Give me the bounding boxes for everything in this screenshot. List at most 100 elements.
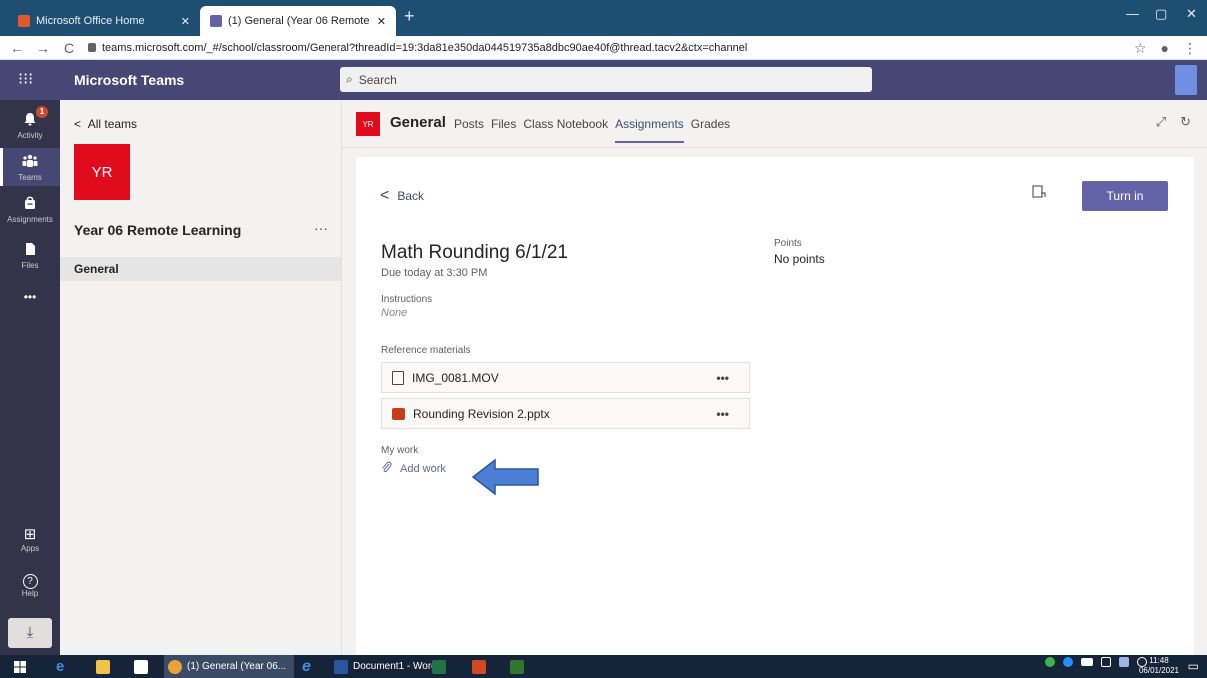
reference-materials-label: Reference materials [381,345,471,356]
rail-label: Assignments [7,215,53,224]
security-icon[interactable] [1119,657,1129,667]
rail-label: Activity [17,131,43,140]
taskbar-label: Document1 - Word [353,661,437,672]
reference-name: IMG_0081.MOV [412,370,499,385]
rail-item-more[interactable]: ••• [0,288,60,308]
wifi-icon[interactable] [1101,657,1111,667]
assignment-title: Math Rounding 6/1/21 [381,242,568,263]
search-input[interactable]: ⌕ Search [340,67,872,92]
app-launcher-icon[interactable]: ⁝⁝⁝ [18,69,33,89]
files-icon [0,242,60,261]
my-work-label: My work [381,445,419,456]
rail-item-files[interactable]: Files [0,238,60,274]
taskbar-chrome-window[interactable]: (1) General (Year 06... [164,655,294,678]
chevron-left-icon: < [380,187,390,204]
chevron-left-icon: < [74,117,82,131]
instructions-label: Instructions [381,294,433,305]
notification-icon[interactable]: ▭ [1188,659,1199,673]
bluetooth-icon[interactable] [1063,657,1073,667]
expand-icon[interactable]: ⤢ [1156,114,1166,130]
add-work-button[interactable]: Add work [381,461,446,477]
battery-icon[interactable] [1081,658,1093,666]
back-label: Back [397,189,425,203]
menu-icon[interactable]: ⋮ [1183,40,1197,57]
powerpoint-icon[interactable] [468,655,490,678]
tab-teams-general[interactable]: (1) General (Year 06 Remote Lear ✕ [200,6,396,36]
tab-class-notebook[interactable]: Class Notebook [523,117,608,143]
close-tab-icon[interactable]: ✕ [181,15,190,28]
instructions-value: None [381,307,408,319]
edge-legacy-icon[interactable]: e [52,655,68,678]
word-icon [334,659,348,674]
all-teams-label: All teams [87,117,138,131]
rail-item-activity[interactable]: 1 Activity [0,106,60,146]
rail-label: Files [21,261,39,270]
tab-office-home[interactable]: Microsoft Office Home ✕ [8,6,200,36]
rail-item-apps[interactable]: ⊞ Apps [0,526,60,560]
channel-header: YR General Posts Files Class Notebook As… [342,100,1207,148]
powerpoint-icon [392,407,405,420]
immersive-reader-icon[interactable] [1032,185,1046,202]
url-field[interactable]: teams.microsoft.com/_#/school/classroom/… [88,42,747,54]
rail-label: Apps [20,544,40,553]
points-value: No points [774,252,825,266]
more-options-icon[interactable]: ••• [716,371,729,385]
teams-icon [210,15,222,27]
reference-item[interactable]: IMG_0081.MOV ••• [381,362,750,393]
reload-icon[interactable]: C [60,40,78,56]
new-tab-button[interactable]: + [404,6,415,27]
reference-item[interactable]: Rounding Revision 2.pptx ••• [381,398,750,429]
more-options-icon[interactable]: ••• [716,407,729,421]
paperclip-icon [381,461,392,477]
avatar[interactable] [1175,65,1197,95]
search-icon: ⌕ [346,72,353,86]
taskbar-word-window[interactable]: Document1 - Word [330,655,441,678]
tab-title: (1) General (Year 06 Remote Lear [228,15,371,27]
project-icon[interactable] [506,655,528,678]
back-arrow-icon[interactable]: ← [8,40,26,56]
system-clock[interactable]: 11:48 06/01/2021 [1139,656,1179,676]
download-app-button[interactable]: ⤓ [8,618,52,648]
apps-icon: ⊞ [23,526,37,543]
excel-icon[interactable] [428,655,450,678]
add-work-label: Add work [400,463,446,475]
minimize-icon[interactable]: — [1126,6,1139,21]
tab-files[interactable]: Files [491,117,516,143]
back-button[interactable]: < Back [380,187,424,205]
due-date: Due today at 3:30 PM [381,267,488,279]
network-status-icon[interactable] [1045,657,1055,667]
star-icon[interactable]: ☆ [1134,40,1147,57]
teams-header: ⁝⁝⁝ Microsoft Teams ⌕ Search [0,60,1207,100]
file-explorer-icon[interactable] [92,655,114,678]
tab-posts[interactable]: Posts [454,117,484,143]
maximize-icon[interactable]: ▢ [1155,6,1167,22]
start-button[interactable] [10,655,30,678]
app-title: Microsoft Teams [74,72,185,88]
profile-icon[interactable]: ● [1161,40,1169,57]
channel-tabs: Posts Files Class Notebook Assignments G… [454,117,730,143]
team-more-icon[interactable]: ··· [314,220,328,236]
store-icon[interactable] [130,655,152,678]
close-window-icon[interactable]: ✕ [1186,6,1197,22]
forward-arrow-icon[interactable]: → [34,40,52,56]
close-tab-icon[interactable]: ✕ [377,15,386,28]
tab-title: Microsoft Office Home [36,15,145,27]
team-avatar: YR [74,144,130,200]
rail-label: Help [21,589,39,598]
file-icon [392,370,404,385]
internet-explorer-icon[interactable]: e [298,655,315,678]
app-rail: 1 Activity Teams Assignments Files ••• ⊞… [0,100,60,655]
rail-item-teams[interactable]: Teams [0,148,60,186]
rail-item-assignments[interactable]: Assignments [0,192,60,230]
windows-taskbar: e (1) General (Year 06... e Document1 - … [0,655,1207,678]
assignments-icon [0,196,60,215]
all-teams-link[interactable]: < All teams [74,117,137,131]
rail-item-help[interactable]: ? Help [0,574,60,608]
tab-grades[interactable]: Grades [691,117,730,143]
refresh-icon[interactable]: ↻ [1180,114,1191,130]
taskbar-label: (1) General (Year 06... [187,661,287,672]
tab-assignments[interactable]: Assignments [615,117,684,143]
turn-in-button[interactable]: Turn in [1082,181,1168,211]
url-text: teams.microsoft.com/_#/school/classroom/… [102,41,748,54]
channel-item-general[interactable]: General [60,257,341,281]
